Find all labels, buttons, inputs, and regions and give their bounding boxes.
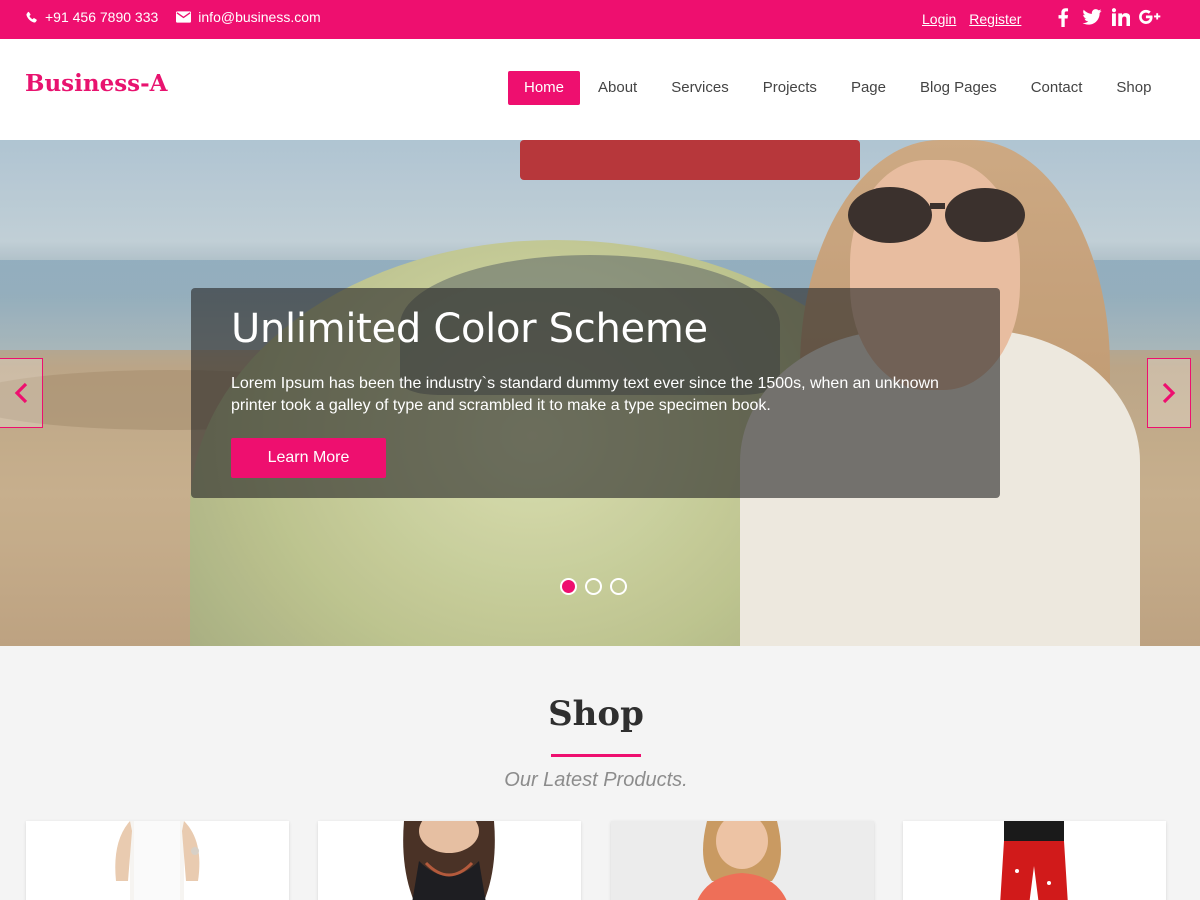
phone-item: +91 456 7890 333	[25, 9, 158, 25]
contact-info: +91 456 7890 333 info@business.com	[25, 9, 339, 25]
learn-more-button[interactable]: Learn More	[231, 438, 386, 478]
nav-contact[interactable]: Contact	[1015, 71, 1099, 105]
site-header: Business-A Home About Services Projects …	[0, 39, 1200, 140]
slider-dot-3[interactable]	[610, 578, 627, 595]
product-card[interactable]	[611, 821, 874, 900]
nav-about[interactable]: About	[582, 71, 653, 105]
product-card[interactable]	[903, 821, 1166, 900]
nav-blog-pages[interactable]: Blog Pages	[904, 71, 1013, 105]
chevron-right-icon	[1162, 382, 1176, 404]
shop-title: Shop	[548, 694, 644, 734]
main-nav: Home About Services Projects Page Blog P…	[508, 71, 1169, 105]
google-plus-icon[interactable]	[1139, 6, 1161, 28]
product-image	[697, 821, 787, 900]
auth-links: Login Register	[922, 11, 1034, 27]
login-link[interactable]: Login	[922, 11, 956, 27]
slider-dot-1[interactable]	[560, 578, 577, 595]
slider-next-button[interactable]	[1147, 358, 1191, 428]
top-bar: +91 456 7890 333 info@business.com Login…	[0, 0, 1200, 39]
shop-title-divider	[551, 754, 641, 757]
hero-title: Unlimited Color Scheme	[231, 306, 708, 352]
phone-number: +91 456 7890 333	[45, 9, 159, 25]
slider-prev-button[interactable]	[0, 358, 43, 428]
register-link[interactable]: Register	[969, 11, 1021, 27]
product-card[interactable]	[26, 821, 289, 900]
linkedin-icon[interactable]	[1110, 6, 1132, 28]
product-card[interactable]	[318, 821, 581, 900]
social-links	[1052, 6, 1168, 28]
nav-services[interactable]: Services	[655, 71, 745, 105]
shop-subtitle: Our Latest Products.	[504, 769, 688, 791]
email-address: info@business.com	[198, 9, 321, 25]
chevron-left-icon	[14, 382, 28, 404]
email-item: info@business.com	[176, 9, 321, 25]
facebook-icon[interactable]	[1052, 6, 1074, 28]
site-logo[interactable]: Business-A	[25, 70, 168, 97]
nav-page[interactable]: Page	[835, 71, 902, 105]
slider-dot-2[interactable]	[585, 578, 602, 595]
slider-dots	[560, 578, 635, 595]
envelope-icon	[176, 11, 192, 23]
hero-slider: Unlimited Color Scheme Lorem Ipsum has b…	[0, 140, 1200, 646]
hero-caption: Unlimited Color Scheme Lorem Ipsum has b…	[191, 288, 1000, 498]
product-image	[403, 821, 495, 900]
nav-projects[interactable]: Projects	[747, 71, 833, 105]
twitter-icon[interactable]	[1081, 6, 1103, 28]
nav-shop[interactable]: Shop	[1100, 71, 1167, 105]
product-image	[1000, 821, 1068, 900]
product-image	[115, 821, 200, 900]
phone-icon	[26, 11, 37, 23]
nav-home[interactable]: Home	[508, 71, 581, 105]
hero-text: Lorem Ipsum has been the industry`s stan…	[231, 375, 939, 414]
